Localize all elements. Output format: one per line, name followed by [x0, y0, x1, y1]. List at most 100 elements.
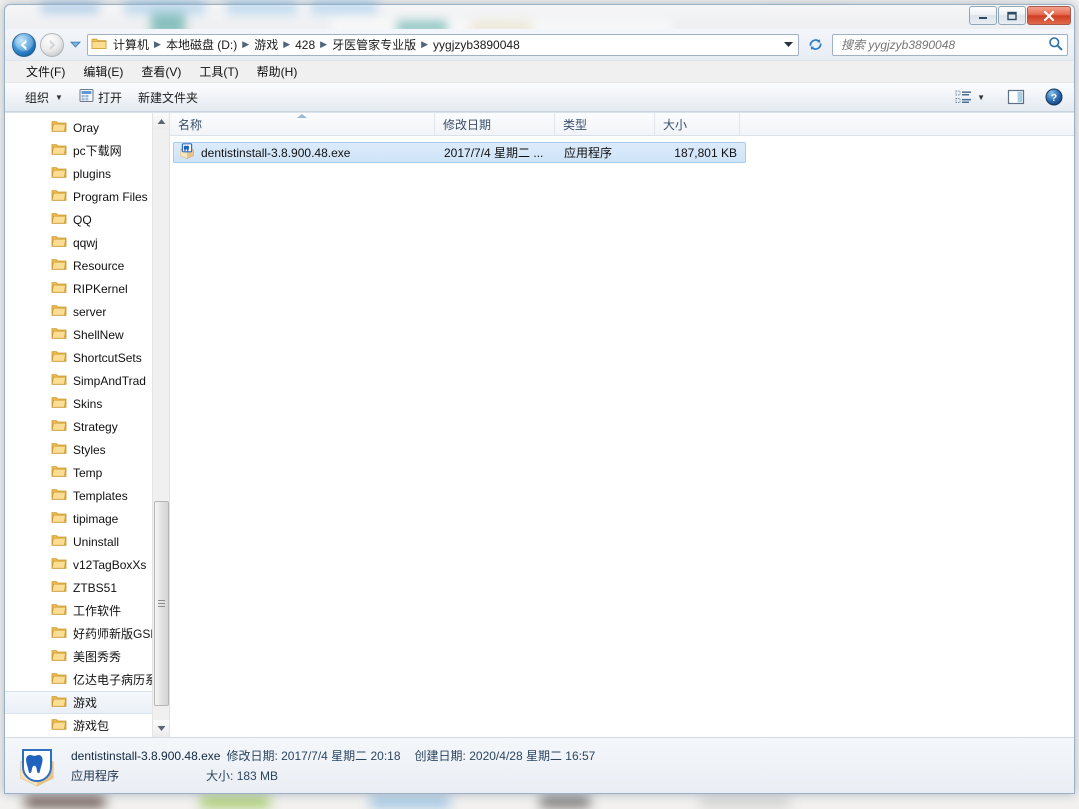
breadcrumb-separator-icon[interactable]: ▶ — [319, 39, 328, 50]
file-rows[interactable]: dentistinstall-3.8.900.48.exe 2017/7/4 星期… — [170, 136, 1074, 737]
sidebar-item-label: ShellNew — [73, 327, 124, 342]
sidebar-item-20[interactable]: ZTBS51 — [5, 576, 169, 599]
sidebar-item-14[interactable]: Styles — [5, 438, 169, 461]
sidebar-item-11[interactable]: SimpAndTrad — [5, 369, 169, 392]
open-button[interactable]: 打开 — [71, 84, 130, 110]
sidebar-item-label: plugins — [73, 166, 112, 181]
menu-tools[interactable]: 工具(T) — [190, 61, 247, 82]
column-label: 名称 — [178, 117, 203, 132]
sidebar-item-label: Oray — [73, 120, 100, 135]
details-modified-label: 修改日期: — [226, 749, 278, 763]
sidebar-item-8[interactable]: server — [5, 300, 169, 323]
view-chevron-down-icon: ▼ — [977, 92, 985, 102]
sidebar-item-label: tipimage — [73, 511, 119, 526]
breadcrumb-item[interactable]: yygjzyb3890048 — [429, 37, 524, 53]
sidebar-item-3[interactable]: Program Files — [5, 185, 169, 208]
column-header-size[interactable]: 大小 — [655, 113, 740, 135]
new-folder-button[interactable]: 新建文件夹 — [130, 85, 206, 110]
details-size-label: 大小: — [206, 769, 234, 783]
address-bar[interactable]: 计算机 ▶ 本地磁盘 (D:) ▶ 游戏 ▶ 428 ▶ 牙医管家专业版 ▶ yygjzyb3890… — [87, 33, 799, 56]
folder-icon — [51, 326, 67, 343]
sidebar-item-1[interactable]: pc下载网 — [5, 139, 169, 162]
open-icon — [79, 88, 94, 106]
sidebar-item-23[interactable]: 美图秀秀 — [5, 645, 169, 668]
folder-icon — [51, 395, 67, 412]
sidebar-item-label: Uninstall — [73, 534, 120, 549]
sidebar-item-label: v12TagBoxXs — [73, 557, 147, 572]
breadcrumb: 计算机 ▶ 本地磁盘 (D:) ▶ 游戏 ▶ 428 ▶ 牙医管家专业版 ▶ yygjzyb3890… — [109, 35, 780, 54]
menu-file[interactable]: 文件(F) — [17, 61, 74, 82]
details-pane: dentistinstall-3.8.900.48.exe 修改日期: 2017… — [5, 737, 1074, 793]
folder-icon — [51, 303, 67, 320]
close-button[interactable] — [1027, 6, 1071, 25]
sidebar-item-5[interactable]: qqwj — [5, 231, 169, 254]
scrollbar-grip-icon — [158, 599, 165, 608]
folder-icon — [51, 441, 67, 458]
sidebar-item-19[interactable]: v12TagBoxXs — [5, 553, 169, 576]
sidebar-item-2[interactable]: plugins — [5, 162, 169, 185]
breadcrumb-item[interactable]: 牙医管家专业版 — [328, 35, 420, 54]
column-header-date[interactable]: 修改日期 — [435, 113, 555, 135]
column-header-name[interactable]: 名称 — [170, 113, 435, 135]
folder-icon — [51, 648, 67, 665]
command-bar: 组织 ▼ 打开 新建文件夹 ▼ ? — [5, 83, 1074, 112]
sidebar-item-24[interactable]: 亿达电子病历系 — [5, 668, 169, 691]
sidebar-item-13[interactable]: Strategy — [5, 415, 169, 438]
sidebar-item-9[interactable]: ShellNew — [5, 323, 169, 346]
refresh-button[interactable] — [804, 34, 826, 56]
sidebar-item-25[interactable]: 游戏 — [5, 691, 169, 714]
menu-help[interactable]: 帮助(H) — [248, 61, 307, 82]
breadcrumb-item[interactable]: 计算机 — [109, 35, 153, 54]
organize-button[interactable]: 组织 ▼ — [17, 85, 71, 110]
scrollbar-thumb[interactable] — [154, 501, 169, 706]
title-bar[interactable] — [5, 5, 1074, 29]
breadcrumb-item[interactable]: 428 — [291, 37, 319, 53]
open-label: 打开 — [97, 90, 122, 105]
window-controls — [969, 6, 1071, 25]
breadcrumb-separator-icon[interactable]: ▶ — [241, 39, 250, 50]
search-box[interactable] — [832, 33, 1068, 56]
sidebar-item-6[interactable]: Resource — [5, 254, 169, 277]
search-input[interactable] — [839, 36, 1048, 53]
back-button[interactable] — [11, 32, 37, 58]
help-button[interactable]: ? — [1040, 85, 1068, 109]
breadcrumb-item[interactable]: 本地磁盘 (D:) — [162, 35, 241, 54]
address-dropdown-icon[interactable] — [780, 40, 796, 49]
change-view-button[interactable]: ▼ — [950, 87, 990, 108]
sidebar-item-22[interactable]: 好药师新版GSP — [5, 622, 169, 645]
maximize-button[interactable] — [998, 6, 1026, 25]
preview-pane-button[interactable] — [1002, 86, 1030, 108]
table-row[interactable]: dentistinstall-3.8.900.48.exe 2017/7/4 星期… — [173, 142, 746, 163]
minimize-button[interactable] — [969, 6, 997, 25]
sidebar-item-18[interactable]: Uninstall — [5, 530, 169, 553]
scroll-down-icon[interactable] — [153, 720, 169, 737]
navigation-scrollbar[interactable] — [152, 113, 169, 737]
sidebar-item-16[interactable]: Templates — [5, 484, 169, 507]
scroll-up-icon[interactable] — [153, 113, 169, 130]
navigation-pane: Oray pc下载网 plugins Program Files QQ qqwj Resou… — [5, 113, 170, 737]
menu-view[interactable]: 查看(V) — [132, 61, 190, 82]
sidebar-item-4[interactable]: QQ — [5, 208, 169, 231]
sidebar-item-15[interactable]: Temp — [5, 461, 169, 484]
forward-button[interactable] — [39, 32, 65, 58]
recent-locations-button[interactable] — [67, 32, 83, 58]
sidebar-item-17[interactable]: tipimage — [5, 507, 169, 530]
breadcrumb-separator-icon[interactable]: ▶ — [420, 39, 429, 50]
sidebar-item-12[interactable]: Skins — [5, 392, 169, 415]
sort-ascending-icon — [297, 114, 307, 118]
sidebar-item-7[interactable]: RIPKernel — [5, 277, 169, 300]
sidebar-item-label: Templates — [73, 488, 128, 503]
breadcrumb-separator-icon[interactable]: ▶ — [153, 39, 162, 50]
column-header-type[interactable]: 类型 — [555, 113, 655, 135]
sidebar-item-10[interactable]: ShortcutSets — [5, 346, 169, 369]
sidebar-item-label: RIPKernel — [73, 281, 128, 296]
menu-edit[interactable]: 编辑(E) — [74, 61, 132, 82]
breadcrumb-item[interactable]: 游戏 — [250, 35, 282, 54]
sidebar-item-label: Temp — [73, 465, 103, 480]
sidebar-item-26[interactable]: 游戏包 — [5, 714, 169, 737]
file-list-pane: 名称 修改日期 类型 大小 dentistinstall-3.8.900.48.… — [170, 113, 1074, 737]
menu-bar: 文件(F) 编辑(E) 查看(V) 工具(T) 帮助(H) — [5, 61, 1074, 83]
breadcrumb-separator-icon[interactable]: ▶ — [282, 39, 291, 50]
sidebar-item-21[interactable]: 工作软件 — [5, 599, 169, 622]
sidebar-item-0[interactable]: Oray — [5, 116, 169, 139]
